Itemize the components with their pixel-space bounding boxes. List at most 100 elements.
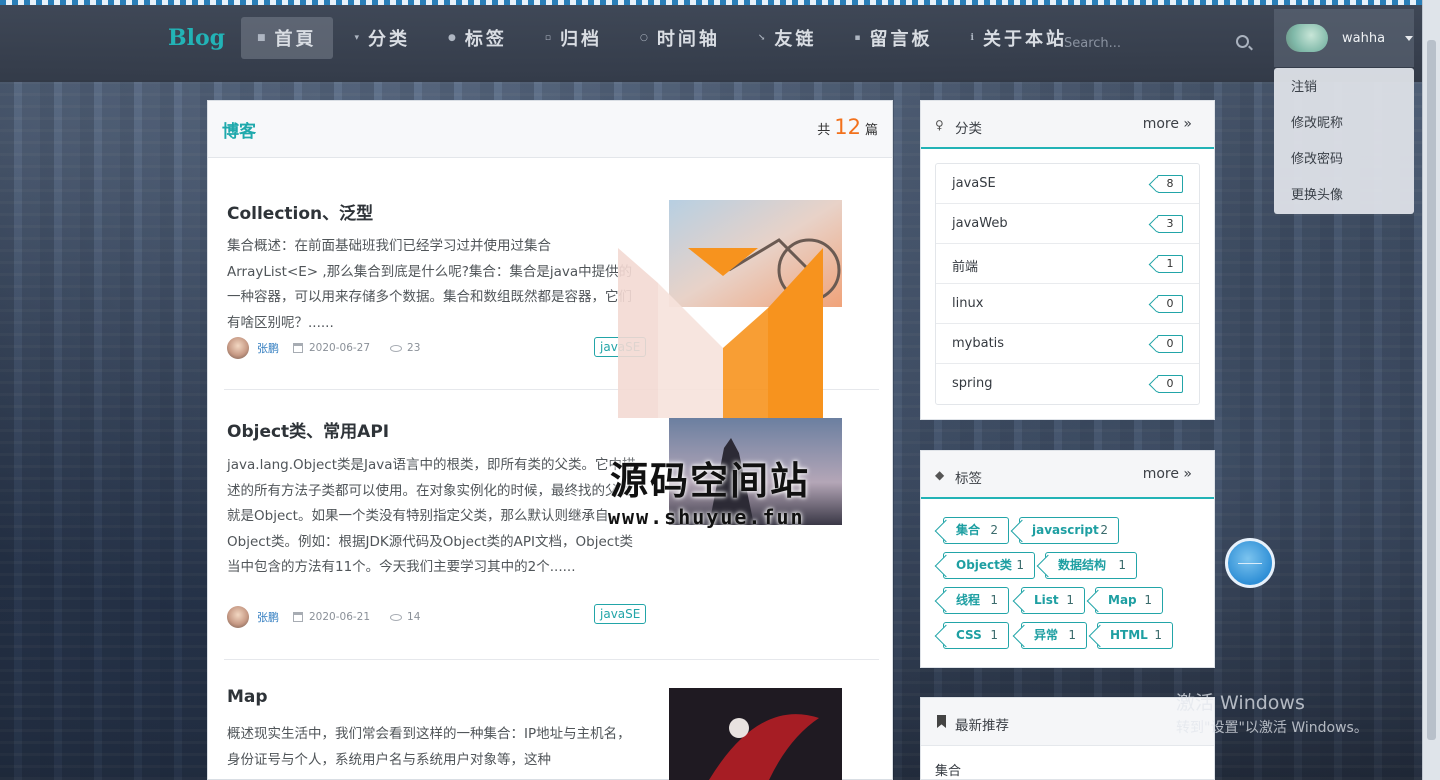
username: wahha xyxy=(1342,30,1386,46)
user-menu-toggle[interactable]: wahha xyxy=(1274,9,1414,67)
nav-item-label: 友链 xyxy=(774,29,817,50)
link-icon: ↘ xyxy=(757,33,769,43)
post-views: 23 xyxy=(407,342,421,354)
info-icon: ⅰ xyxy=(970,33,977,43)
nav-item-links[interactable]: ↘ 友链 xyxy=(742,17,833,59)
tag-cloud: 集合 2 javascript 2 Object类 1 数据结构 1 线程 1 List 1… xyxy=(921,499,1214,664)
tags-icon: ● xyxy=(448,33,459,43)
category-count: 8 xyxy=(1157,175,1183,193)
tag-item[interactable]: 线程 1 xyxy=(943,587,1009,614)
author-name[interactable]: 张鹏 xyxy=(257,609,279,625)
tag-icon: ▾ xyxy=(354,33,363,43)
tags-more-link[interactable]: more » xyxy=(1143,466,1192,482)
page-scrollbar[interactable] xyxy=(1422,0,1440,780)
divider xyxy=(224,659,879,660)
tag-name: CSS xyxy=(956,628,982,642)
tags-title: 标签 xyxy=(955,471,982,487)
post-excerpt: java.lang.Object类是Java语言中的根类，即所有类的父类。它中描… xyxy=(227,457,636,575)
category-item[interactable]: spring 0 xyxy=(936,364,1199,404)
nav-item-label: 归档 xyxy=(560,29,603,50)
menu-item-change-password[interactable]: 修改密码 xyxy=(1274,148,1414,184)
nav-item-guestbook[interactable]: ▪ 留言板 xyxy=(838,17,948,59)
category-item[interactable]: mybatis 0 xyxy=(936,324,1199,364)
tags-card: ◆ 标签 more » 集合 2 javascript 2 Object类 1 数据结… xyxy=(920,450,1215,668)
tag-name: HTML xyxy=(1110,628,1148,642)
scrollbar-thumb[interactable] xyxy=(1427,40,1436,740)
lightbulb-icon: ♀ xyxy=(935,118,944,132)
category-count: 0 xyxy=(1157,295,1183,313)
post-thumbnail[interactable] xyxy=(669,688,842,780)
menu-item-change-avatar[interactable]: 更换头像 xyxy=(1274,184,1414,220)
category-item[interactable]: javaWeb 3 xyxy=(936,204,1199,244)
post-date: 2020-06-21 xyxy=(309,611,371,623)
category-name: javaSE xyxy=(952,176,996,191)
tag-item[interactable]: List 1 xyxy=(1021,587,1085,614)
post-tag[interactable]: javaSE xyxy=(594,604,647,624)
site-watermark-url: www.shuyue.fun xyxy=(608,505,805,529)
category-list: javaSE 8 javaWeb 3 前端 1 linux 0 mybatis 0 spr… xyxy=(935,163,1200,405)
clone-icon: ▫ xyxy=(544,33,555,43)
more-label: more xyxy=(1142,116,1179,132)
tag-item[interactable]: 异常 1 xyxy=(1021,622,1087,649)
nav-item-home[interactable]: ■ 首頁 xyxy=(241,17,333,59)
tag-item[interactable]: 集合 2 xyxy=(943,517,1009,544)
page-title: 博客 xyxy=(222,122,256,142)
comment-icon: ▪ xyxy=(854,33,864,43)
tag-item[interactable]: HTML 1 xyxy=(1097,622,1173,649)
tag-item[interactable]: CSS 1 xyxy=(943,622,1009,649)
caret-down-icon xyxy=(1405,35,1414,41)
tag-count: 1 xyxy=(1066,593,1074,607)
category-item[interactable]: javaSE 8 xyxy=(936,164,1199,204)
tag-name: Object类 xyxy=(956,558,1012,572)
category-name: mybatis xyxy=(952,336,1005,351)
tag-count: 1 xyxy=(990,593,998,607)
brand-logo[interactable]: Blog xyxy=(168,25,225,51)
tag-count: 1 xyxy=(990,628,998,642)
nav-item-label: 首頁 xyxy=(274,29,317,50)
tag-name: 异常 xyxy=(1034,628,1059,642)
nav-item-label: 分类 xyxy=(368,29,411,50)
floating-widget-button[interactable] xyxy=(1225,538,1275,588)
nav-item-archive[interactable]: ▫ 归档 xyxy=(529,17,618,59)
menu-item-logout[interactable]: 注销 xyxy=(1274,76,1414,112)
category-name: linux xyxy=(952,296,984,311)
category-item[interactable]: 前端 1 xyxy=(936,244,1199,284)
category-count: 1 xyxy=(1157,255,1183,273)
tag-count: 2 xyxy=(990,523,998,537)
category-item[interactable]: linux 0 xyxy=(936,284,1199,324)
post-views: 14 xyxy=(407,611,421,623)
tag-item[interactable]: Object类 1 xyxy=(943,552,1035,579)
post-title[interactable]: Object类、常用API xyxy=(227,417,389,442)
post-excerpt: 集合概述：在前面基础班我们已经学习过并使用过集合ArrayList<E> ,那么… xyxy=(227,238,633,331)
recommend-title: 最新推荐 xyxy=(955,718,1009,734)
avatar xyxy=(1286,24,1328,52)
nav-item-categories[interactable]: ▾ 分类 xyxy=(339,17,427,59)
category-name: 前端 xyxy=(952,260,979,275)
nav-item-tags[interactable]: ● 标签 xyxy=(432,17,523,59)
blog-list-header: 博客 共 12 篇 xyxy=(208,101,892,158)
post-title[interactable]: Collection、泛型 xyxy=(227,199,373,224)
author-avatar xyxy=(227,606,249,628)
count-prefix: 共 xyxy=(817,123,831,138)
double-chevron-right-icon: » xyxy=(1183,116,1192,132)
tag-item[interactable]: javascript 2 xyxy=(1019,517,1119,544)
tag-item[interactable]: 数据结构 1 xyxy=(1045,552,1137,579)
post-title[interactable]: Map xyxy=(227,687,268,707)
recommend-item[interactable]: 集合 xyxy=(935,760,961,779)
nav-item-label: 标签 xyxy=(464,29,507,50)
tag-item[interactable]: Map 1 xyxy=(1095,587,1163,614)
tag-count: 1 xyxy=(1016,558,1024,572)
watermark-line2: 转到"设置"以激活 Windows。 xyxy=(1176,720,1368,736)
search-input[interactable] xyxy=(1064,29,1224,57)
search-icon[interactable] xyxy=(1236,35,1249,48)
count-suffix: 篇 xyxy=(864,123,878,138)
search-box xyxy=(1064,29,1254,57)
author-name[interactable]: 张鹏 xyxy=(257,340,279,356)
tag-name: 线程 xyxy=(956,593,981,607)
menu-item-change-nickname[interactable]: 修改昵称 xyxy=(1274,112,1414,148)
nav-item-timeline[interactable]: ○ 时间轴 xyxy=(624,17,736,59)
categories-more-link[interactable]: more » xyxy=(1143,116,1192,132)
windows-activation-watermark: 激活 Windows 转到"设置"以激活 Windows。 xyxy=(1176,688,1368,737)
home-icon: ■ xyxy=(257,33,269,43)
eye-icon xyxy=(390,344,403,352)
